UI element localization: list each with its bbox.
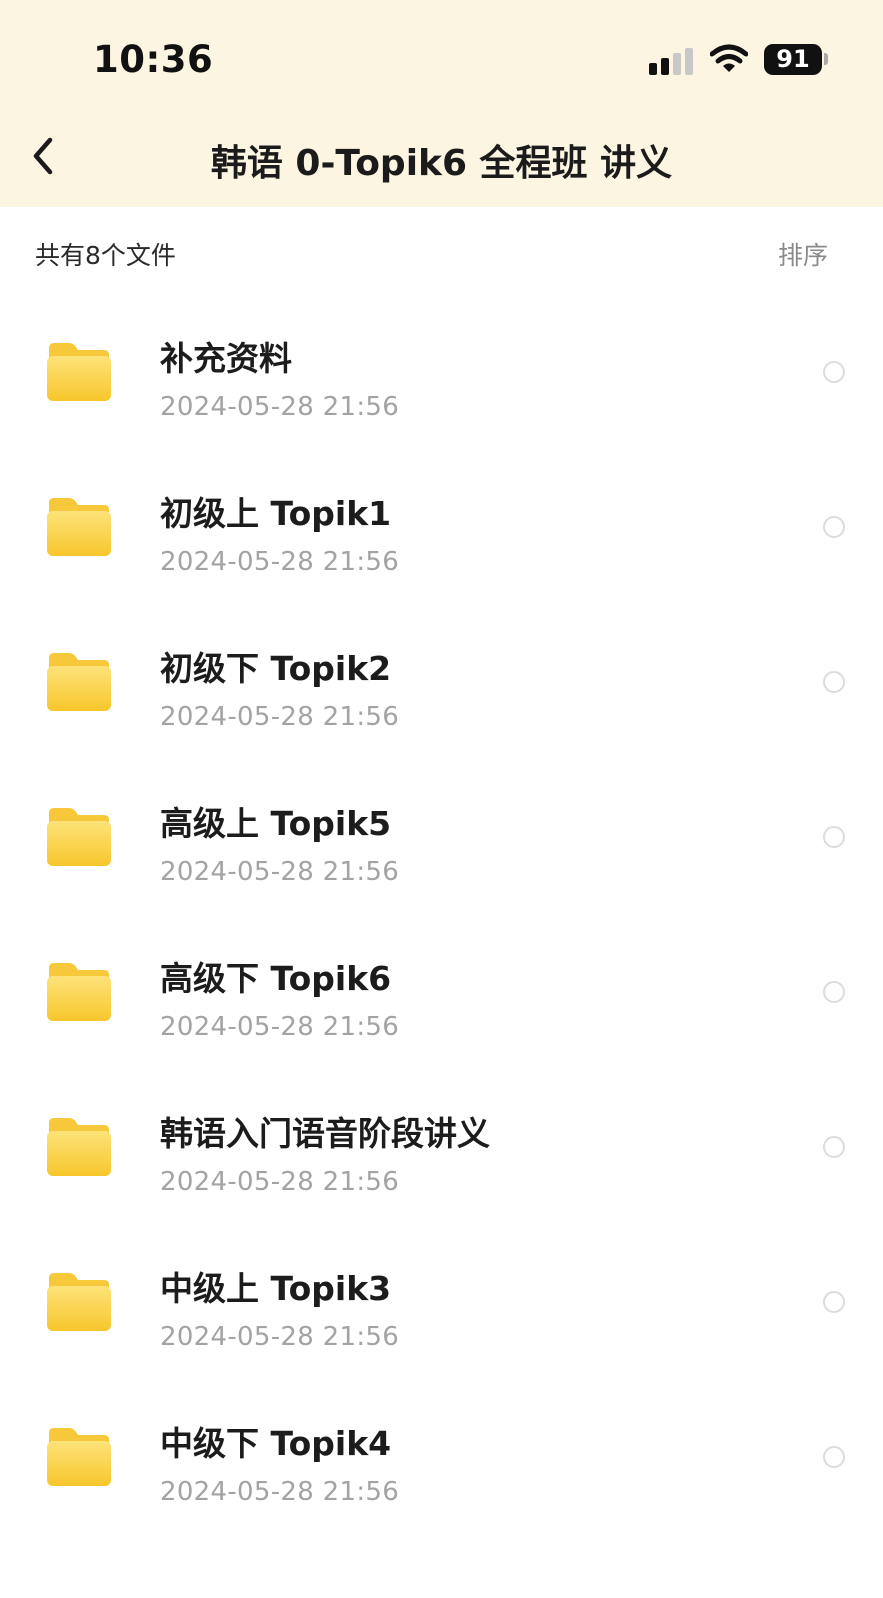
folder-icon xyxy=(45,1425,113,1489)
select-radio[interactable] xyxy=(823,516,845,538)
file-count: 共有8个文件 xyxy=(35,241,176,270)
file-date: 2024-05-28 21:56 xyxy=(160,392,400,422)
select-radio[interactable] xyxy=(823,1446,845,1468)
battery-level: 91 xyxy=(776,45,810,73)
battery-cap xyxy=(824,53,828,65)
select-radio[interactable] xyxy=(823,671,845,693)
select-radio[interactable] xyxy=(823,1136,845,1158)
file-name: 韩语入门语音阶段讲义 xyxy=(160,1114,490,1153)
file-list: 补充资料 2024-05-28 21:56 初级上 Topik1 2024-05-28… xyxy=(0,300,883,1540)
folder-icon xyxy=(45,1270,113,1334)
list-item[interactable]: 初级上 Topik1 2024-05-28 21:56 xyxy=(0,455,883,610)
folder-icon xyxy=(45,650,113,714)
file-name: 中级下 Topik4 xyxy=(160,1424,392,1463)
file-date: 2024-05-28 21:56 xyxy=(160,1322,400,1352)
battery-icon: 91 xyxy=(764,44,822,75)
list-item[interactable]: 高级上 Topik5 2024-05-28 21:56 xyxy=(0,765,883,920)
file-date: 2024-05-28 21:56 xyxy=(160,547,400,577)
file-date: 2024-05-28 21:56 xyxy=(160,1477,400,1507)
file-name: 高级下 Topik6 xyxy=(160,959,392,998)
folder-icon xyxy=(45,495,113,559)
select-radio[interactable] xyxy=(823,826,845,848)
select-radio[interactable] xyxy=(823,981,845,1003)
list-item[interactable]: 中级下 Topik4 2024-05-28 21:56 xyxy=(0,1385,883,1540)
file-date: 2024-05-28 21:56 xyxy=(160,702,400,732)
file-date: 2024-05-28 21:56 xyxy=(160,1167,400,1197)
signal-icon xyxy=(649,47,695,75)
list-item[interactable]: 韩语入门语音阶段讲义 2024-05-28 21:56 xyxy=(0,1075,883,1230)
file-name: 补充资料 xyxy=(160,339,292,378)
select-radio[interactable] xyxy=(823,361,845,383)
file-name: 初级下 Topik2 xyxy=(160,649,392,688)
folder-icon xyxy=(45,1115,113,1179)
status-time: 10:36 xyxy=(93,38,214,81)
chevron-left-icon[interactable] xyxy=(26,130,66,182)
file-date: 2024-05-28 21:56 xyxy=(160,857,400,887)
list-item[interactable]: 补充资料 2024-05-28 21:56 xyxy=(0,300,883,455)
file-date: 2024-05-28 21:56 xyxy=(160,1012,400,1042)
file-name: 初级上 Topik1 xyxy=(160,494,392,533)
list-item[interactable]: 初级下 Topik2 2024-05-28 21:56 xyxy=(0,610,883,765)
folder-icon xyxy=(45,960,113,1024)
file-name: 中级上 Topik3 xyxy=(160,1269,392,1308)
top-area: 10:36 91 韩语 0-Topik6 全程班 讲义 xyxy=(0,0,883,207)
folder-icon xyxy=(45,805,113,869)
list-item[interactable]: 高级下 Topik6 2024-05-28 21:56 xyxy=(0,920,883,1075)
select-radio[interactable] xyxy=(823,1291,845,1313)
folder-icon xyxy=(45,340,113,404)
page-title: 韩语 0-Topik6 全程班 讲义 xyxy=(210,143,673,184)
wifi-icon xyxy=(710,44,748,72)
list-item[interactable]: 中级上 Topik3 2024-05-28 21:56 xyxy=(0,1230,883,1385)
sort-button[interactable]: 排序 xyxy=(778,236,828,272)
file-name: 高级上 Topik5 xyxy=(160,804,392,843)
